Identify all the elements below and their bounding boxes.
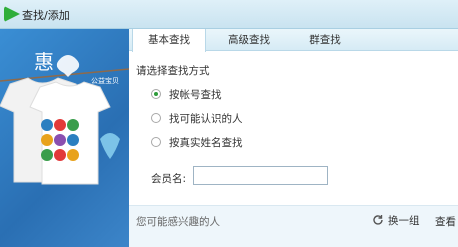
refresh-suggestions-button[interactable]: 换一组 [372, 212, 420, 228]
tshirt-illustration: 惠 [0, 50, 129, 185]
radio-button[interactable] [151, 113, 161, 123]
member-name-label: 会员名: [151, 173, 187, 185]
interest-label: 您可能感兴趣的人 [136, 216, 220, 228]
radio-search-by-account[interactable]: 按帐号查找 [151, 87, 222, 101]
suggestions-bar: 您可能感兴趣的人 换一组 查看 [129, 205, 458, 247]
view-link[interactable]: 查看 [435, 214, 456, 229]
refresh-label: 换一组 [388, 214, 420, 227]
radio-button[interactable] [151, 89, 161, 99]
window-title: 查找/添加 [22, 9, 70, 22]
tab-group-search[interactable]: 群查找 [292, 29, 358, 51]
member-name-input[interactable] [193, 166, 328, 185]
radio-label: 按帐号查找 [169, 88, 222, 101]
radio-label: 按真实姓名查找 [169, 136, 243, 149]
sidebar-banner: 惠 公益宝贝 [0, 29, 129, 247]
radio-people-you-may-know[interactable]: 找可能认识的人 [151, 111, 243, 125]
tab-advanced-search[interactable]: 高级查找 [212, 29, 286, 51]
charity-badge-text: 公益宝贝 [91, 77, 119, 85]
main-panel: 基本查找 高级查找 群查找 请选择查找方式 按帐号查找 找可能认识的人 按真实姓… [129, 29, 458, 247]
app-icon [4, 6, 20, 22]
refresh-icon [373, 215, 383, 225]
tab-basic-search[interactable]: 基本查找 [132, 29, 206, 52]
tab-bar: 基本查找 高级查找 群查找 [129, 29, 458, 52]
title-bar: 查找/添加 [0, 0, 458, 29]
search-method-heading: 请选择查找方式 [136, 65, 210, 77]
radio-button[interactable] [151, 137, 161, 147]
svg-text:惠: 惠 [34, 50, 54, 74]
radio-label: 找可能认识的人 [169, 112, 243, 125]
radio-search-by-real-name[interactable]: 按真实姓名查找 [151, 135, 243, 149]
